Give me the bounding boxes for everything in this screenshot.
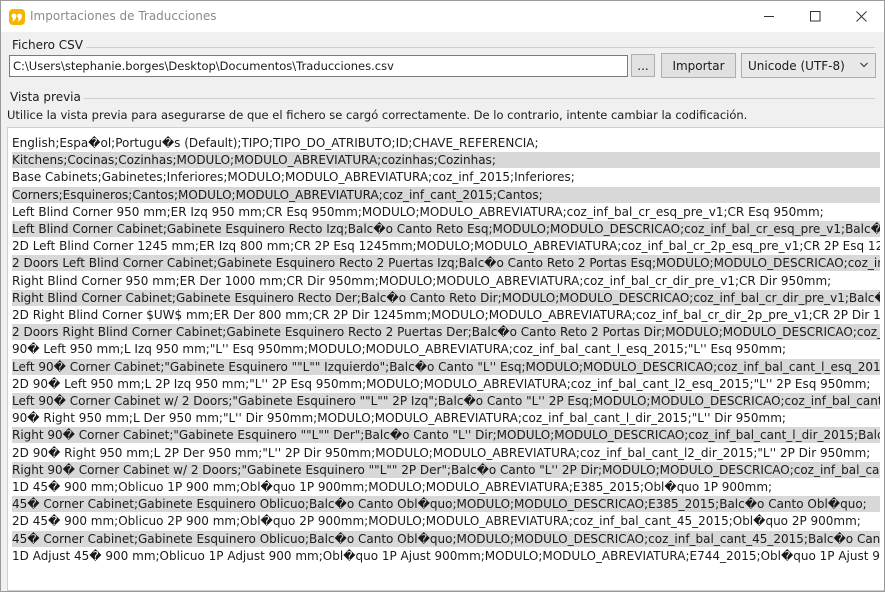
preview-row[interactable]: 45� Corner Cabinet;Gabinete Esquinero Ob… xyxy=(12,530,880,547)
import-button[interactable]: Importar xyxy=(661,53,736,78)
maximize-button[interactable] xyxy=(792,1,838,32)
minimize-button[interactable] xyxy=(746,1,792,32)
preview-row[interactable]: Left Blind Corner 950 mm;ER Izq 950 mm;C… xyxy=(12,204,880,220)
preview-row[interactable]: Corners;Esquineros;Cantos;MODULO;MODULO_… xyxy=(12,186,880,203)
csv-group-divider xyxy=(9,47,875,48)
close-button[interactable] xyxy=(838,1,884,32)
window-title: Importaciones de Traducciones xyxy=(30,9,217,23)
maximize-icon xyxy=(809,11,820,22)
minimize-icon xyxy=(763,16,774,17)
preview-row[interactable]: 1D 45� 900 mm;Oblicuo 1P 900 mm;Obl�quo … xyxy=(12,479,880,495)
preview-row[interactable]: Right Blind Corner 950 mm;ER Der 1000 mm… xyxy=(12,273,880,289)
preview-row[interactable]: 90� Right 950 mm;L Der 950 mm;"L'' Dir 9… xyxy=(12,410,880,426)
preview-list[interactable]: English;Espa�ol;Portugu�s (Default);TIPO… xyxy=(7,127,884,591)
preview-row[interactable]: Left 90� Corner Cabinet;"Gabinete Esquin… xyxy=(12,358,880,375)
chevron-down-icon xyxy=(860,62,868,68)
preview-row[interactable]: 2 Doors Left Blind Corner Cabinet;Gabine… xyxy=(12,255,880,272)
preview-group-label: Vista previa xyxy=(7,90,84,104)
preview-row[interactable]: 2D Left Blind Corner 1245 mm;ER Izq 800 … xyxy=(12,238,880,254)
encoding-select[interactable]: Unicode (UTF-8) xyxy=(741,53,876,78)
preview-hint: Utilice la vista previa para asegurarse … xyxy=(7,108,748,122)
quote-icon xyxy=(9,9,25,25)
preview-row[interactable]: Left 90� Corner Cabinet w/ 2 Doors;"Gabi… xyxy=(12,393,880,409)
title-bar[interactable]: Importaciones de Traducciones xyxy=(1,1,884,32)
preview-row[interactable]: 2 Doors Right Blind Corner Cabinet;Gabin… xyxy=(12,324,880,341)
preview-row[interactable]: 90� Left 950 mm;L Izq 950 mm;"L'' Esq 95… xyxy=(12,341,880,357)
csv-group-label: Fichero CSV xyxy=(9,38,86,52)
preview-group-divider xyxy=(9,98,875,99)
preview-row[interactable]: 2D 45� 900 mm;Oblicuo 2P 900 mm;Obl�quo … xyxy=(12,513,880,529)
csv-path-field[interactable]: C:\Users\stephanie.borges\Desktop\Docume… xyxy=(9,55,628,77)
preview-row[interactable]: Base Cabinets;Gabinetes;Inferiores;MODUL… xyxy=(12,169,880,185)
preview-row[interactable]: 45� Corner Cabinet;Gabinete Esquinero Ob… xyxy=(12,496,880,513)
preview-row[interactable]: 2D 90� Left 950 mm;L 2P Izq 950 mm;"L'' … xyxy=(12,376,880,392)
preview-row[interactable]: Right Blind Corner Cabinet;Gabinete Esqu… xyxy=(12,289,880,306)
preview-row[interactable]: 2D Right Blind Corner $UW$ mm;ER Der 800… xyxy=(12,307,880,323)
preview-row[interactable]: 2D 90� Right 950 mm;L 2P Der 950 mm;"L''… xyxy=(12,445,880,461)
preview-row[interactable]: Left Blind Corner Cabinet;Gabinete Esqui… xyxy=(12,221,880,237)
encoding-value: Unicode (UTF-8) xyxy=(748,59,845,73)
import-window: Importaciones de Traducciones Fichero CS… xyxy=(0,0,885,592)
preview-row[interactable]: English;Espa�ol;Portugu�s (Default);TIPO… xyxy=(12,135,880,151)
preview-row[interactable]: Right 90� Corner Cabinet;"Gabinete Esqui… xyxy=(12,427,880,444)
browse-button[interactable]: ... xyxy=(631,54,655,77)
preview-row[interactable]: 1D Adjust 45� 900 mm;Oblicuo 1P Adjust 9… xyxy=(12,548,880,564)
close-icon xyxy=(855,11,867,22)
preview-row[interactable]: Right 90� Corner Cabinet w/ 2 Doors;"Gab… xyxy=(12,461,880,478)
preview-row[interactable]: Kitchens;Cocinas;Cozinhas;MODULO;MODULO_… xyxy=(12,152,880,169)
csv-path-value: C:\Users\stephanie.borges\Desktop\Docume… xyxy=(13,59,394,73)
